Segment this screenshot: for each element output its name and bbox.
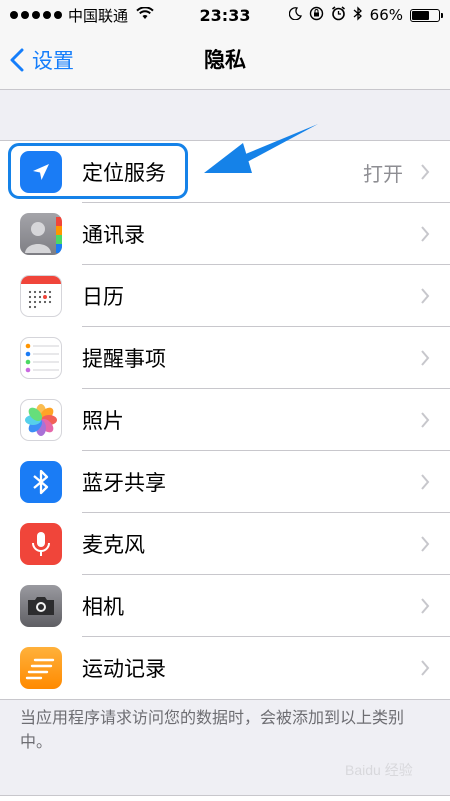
list-item-label: 提醒事项 xyxy=(82,347,166,371)
photos-icon xyxy=(20,399,62,441)
list-item-value: 打开 xyxy=(363,161,403,186)
navigation-bar: 设置 隐私 xyxy=(0,30,450,90)
list-item-motion-activity[interactable]: 运动记录 xyxy=(0,637,450,699)
chevron-right-icon xyxy=(421,474,430,490)
list-item-contacts[interactable]: 通讯录 xyxy=(0,203,450,265)
battery-percent: 66% xyxy=(369,6,403,24)
list-item-label: 定位服务 xyxy=(82,161,166,185)
bluetooth-status-icon xyxy=(353,5,363,25)
list-item-microphone[interactable]: 麦克风 xyxy=(0,513,450,575)
chevron-right-icon xyxy=(421,536,430,552)
signal-strength-icon xyxy=(10,11,62,19)
list-item-camera[interactable]: 相机 xyxy=(0,575,450,637)
chevron-right-icon xyxy=(421,412,430,428)
chevron-right-icon xyxy=(421,288,430,304)
chevron-right-icon xyxy=(421,226,430,242)
list-item-bluetooth-sharing[interactable]: 蓝牙共享 xyxy=(0,451,450,513)
chevron-right-icon xyxy=(421,598,430,614)
chevron-right-icon xyxy=(421,660,430,676)
next-section-edge xyxy=(0,795,450,801)
list-item-label: 相机 xyxy=(82,595,124,619)
privacy-footer-text: 当应用程序请求访问您的数据时，会被添加到以上类别中。 xyxy=(20,708,405,751)
motion-icon xyxy=(20,647,62,689)
carrier-name: 中国联通 xyxy=(68,6,129,25)
bluetooth-icon xyxy=(20,461,62,503)
camera-icon xyxy=(20,585,62,627)
rotation-lock-icon xyxy=(309,6,324,25)
alarm-clock-icon xyxy=(331,5,346,25)
reminders-icon xyxy=(20,337,62,379)
list-item-label: 蓝牙共享 xyxy=(82,471,166,495)
microphone-icon xyxy=(20,523,62,565)
list-item-location-services[interactable]: 定位服务 打开 xyxy=(0,141,450,203)
do-not-disturb-moon-icon xyxy=(288,6,302,24)
list-item-photos[interactable]: 照片 xyxy=(0,389,450,451)
list-item-label: 日历 xyxy=(82,285,124,309)
calendar-icon xyxy=(20,275,62,317)
list-item-label: 通讯录 xyxy=(82,223,145,247)
list-item-label: 照片 xyxy=(82,409,124,433)
watermark: Baidu 经验 xyxy=(345,762,413,778)
chevron-right-icon xyxy=(421,164,430,180)
page-title: 隐私 xyxy=(204,48,246,72)
list-item-label: 麦克风 xyxy=(82,533,145,557)
battery-icon xyxy=(410,8,443,22)
status-bar: 中国联通 23:33 66% xyxy=(0,0,450,30)
list-item-label: 运动记录 xyxy=(82,657,166,681)
contacts-icon xyxy=(20,213,62,255)
privacy-list: 定位服务 打开 通讯录 日历 提醒事项 照片 蓝牙共享 麦克风 相机 运动记录 xyxy=(0,140,450,700)
list-item-calendar[interactable]: 日历 xyxy=(0,265,450,327)
wifi-icon xyxy=(136,6,154,24)
chevron-right-icon xyxy=(421,350,430,366)
location-arrow-icon xyxy=(20,151,62,193)
list-item-reminders[interactable]: 提醒事项 xyxy=(0,327,450,389)
